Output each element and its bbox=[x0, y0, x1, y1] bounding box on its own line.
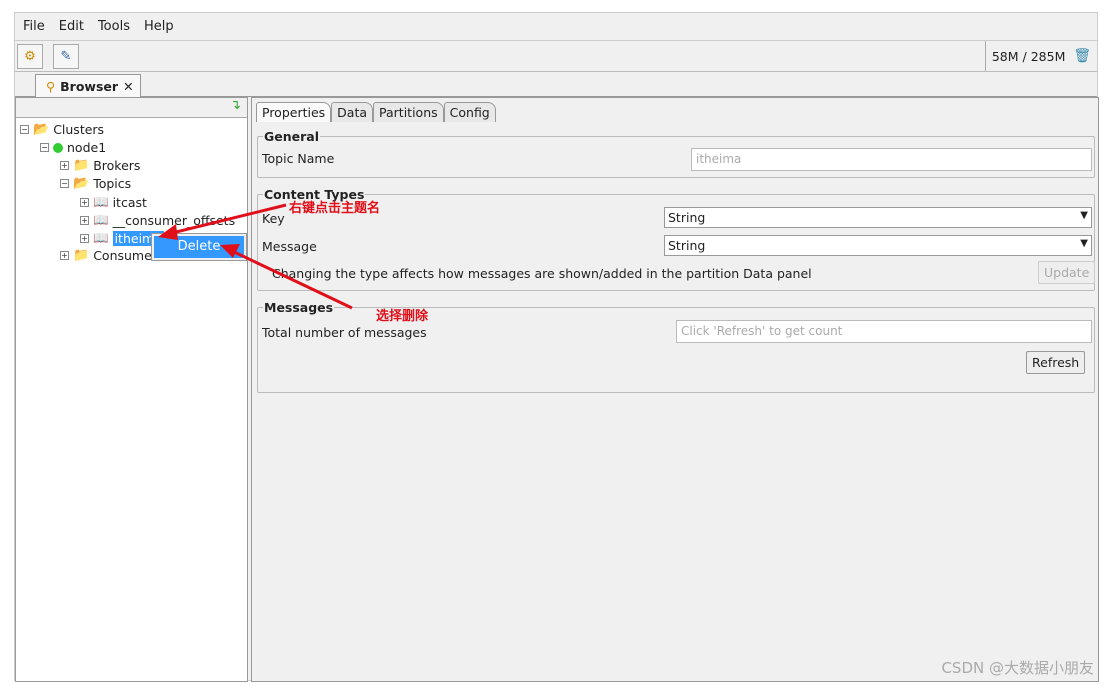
topic-name-field[interactable]: itheima bbox=[691, 148, 1092, 171]
general-group: General Topic Name itheima bbox=[257, 129, 1095, 178]
key-type-select[interactable]: String ▼ bbox=[664, 207, 1092, 228]
app-window: File Edit Tools Help ⚙ ✎ 58M / 285M 🗑 ⚲ … bbox=[14, 12, 1099, 682]
toolbar: ⚙ ✎ 58M / 285M 🗑 bbox=[15, 41, 1097, 72]
topic-icon: 📖 bbox=[93, 230, 109, 245]
tab-partitions[interactable]: Partitions bbox=[373, 102, 444, 122]
tree-panel: ↴ − 📂 Clusters − node1 + 📁 Brokers − 📂 Topics +… bbox=[15, 97, 248, 682]
annotation-right-click: 右键点击主题名 bbox=[289, 201, 381, 216]
folder-open-icon: 📂 bbox=[73, 176, 90, 191]
topic-name-label: Topic Name bbox=[262, 151, 335, 166]
message-type-select[interactable]: String ▼ bbox=[664, 235, 1092, 256]
menu-help[interactable]: Help bbox=[144, 19, 174, 34]
total-messages-label: Total number of messages bbox=[262, 325, 427, 340]
tree-node-topics[interactable]: − 📂 Topics bbox=[60, 176, 131, 191]
tree-edit-icon[interactable]: ✎ bbox=[53, 44, 79, 69]
tree-node-consumers[interactable]: + 📁 Consumers bbox=[60, 248, 163, 263]
properties-panel: Properties Data Partitions Config Genera… bbox=[251, 97, 1099, 682]
tab-browser[interactable]: ⚲ Browser ✕ bbox=[35, 74, 141, 98]
type-note: Changing the type affects how messages a… bbox=[272, 266, 812, 281]
tree-node-brokers[interactable]: + 📁 Brokers bbox=[60, 158, 140, 173]
message-label: Message bbox=[262, 239, 317, 254]
tab-properties[interactable]: Properties bbox=[256, 102, 332, 122]
folder-icon: 📁 bbox=[73, 248, 90, 263]
topic-icon: 📖 bbox=[93, 194, 109, 209]
tab-data[interactable]: Data bbox=[331, 102, 374, 122]
refresh-tree-icon[interactable]: ↴ bbox=[16, 98, 247, 118]
annotation-select-delete: 选择删除 bbox=[376, 309, 429, 324]
group-title: General bbox=[263, 129, 320, 144]
key-label: Key bbox=[262, 211, 285, 226]
tree-node-clusters[interactable]: − 📂 Clusters bbox=[20, 122, 104, 137]
tab-strip: ⚲ Browser ✕ bbox=[15, 73, 1097, 98]
status-dot-icon bbox=[53, 142, 63, 153]
topic-icon: 📖 bbox=[93, 212, 109, 227]
menu-edit[interactable]: Edit bbox=[59, 19, 84, 34]
tree-node-topic[interactable]: + 📖 itcast bbox=[80, 194, 147, 210]
tree-node-topic[interactable]: + 📖 __consumer_offsets bbox=[80, 212, 235, 228]
context-menu: Delete bbox=[151, 233, 247, 261]
group-title: Messages bbox=[263, 300, 335, 315]
watermark: CSDN @大数据小朋友 bbox=[941, 659, 1094, 677]
menu-file[interactable]: File bbox=[23, 19, 45, 34]
memory-indicator: 58M / 285M 🗑 bbox=[985, 41, 1097, 71]
refresh-button[interactable]: Refresh bbox=[1026, 351, 1086, 374]
message-count-field[interactable]: Click 'Refresh' to get count bbox=[676, 320, 1092, 343]
memory-usage: 58M / 285M bbox=[991, 48, 1066, 64]
folder-open-icon: 📂 bbox=[33, 122, 50, 137]
folder-icon: 📁 bbox=[73, 158, 90, 173]
chevron-down-icon: ▼ bbox=[1080, 210, 1088, 221]
add-connection-icon[interactable]: ⚙ bbox=[17, 44, 43, 69]
tree-node-node1[interactable]: − node1 bbox=[40, 140, 106, 155]
menu-item-delete[interactable]: Delete bbox=[154, 236, 244, 258]
menu-tools[interactable]: Tools bbox=[98, 19, 130, 34]
close-icon[interactable]: ✕ bbox=[123, 79, 133, 94]
update-button[interactable]: Update bbox=[1038, 261, 1096, 284]
content-types-group: Content Types Key String ▼ Message String… bbox=[257, 187, 1096, 291]
tab-config[interactable]: Config bbox=[443, 102, 496, 122]
browser-icon: ⚲ bbox=[46, 79, 56, 94]
chevron-down-icon: ▼ bbox=[1080, 238, 1088, 249]
menu-bar: File Edit Tools Help bbox=[15, 13, 1097, 41]
tab-browser-label: Browser bbox=[60, 79, 119, 94]
trash-icon[interactable]: 🗑 bbox=[1073, 48, 1091, 64]
detail-tabs: Properties Data Partitions Config bbox=[256, 102, 496, 122]
